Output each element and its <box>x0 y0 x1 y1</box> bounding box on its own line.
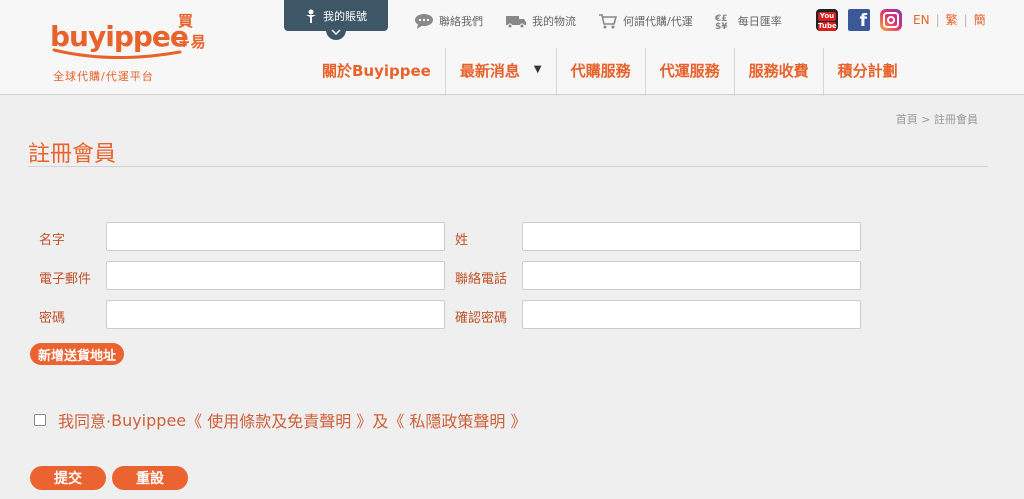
agree-brand: Buyippee <box>111 410 187 430</box>
top-link-label: 何謂代購/代運 <box>623 15 693 28</box>
privacy-link[interactable]: 《 私隱政策聲明 》 <box>388 408 526 432</box>
top-link-exchange-rate[interactable]: €£ $¥ 每日匯率 <box>715 13 782 29</box>
top-link-logistics[interactable]: 我的物流 <box>505 13 576 29</box>
first-name-input[interactable] <box>106 222 445 251</box>
lang-simplified[interactable]: 簡 <box>974 11 986 28</box>
nav-label: 服務收費 <box>748 62 809 80</box>
top-link-label: 我的物流 <box>532 15 576 28</box>
last-name-label: 姓 <box>455 233 469 248</box>
submit-button[interactable]: 提交 <box>30 466 106 490</box>
page-title: 註冊會員 <box>28 142 117 167</box>
nav-fees[interactable]: 服務收費 <box>735 48 824 96</box>
lang-traditional[interactable]: 繁 <box>946 11 958 28</box>
nav-news[interactable]: 最新消息 ▼ <box>446 48 557 96</box>
instagram-icon[interactable] <box>880 9 902 31</box>
buyippee-logo[interactable]: 買+易 buyippee 全球代購/代運平台 <box>50 6 206 86</box>
language-switcher: EN | 繁 | 簡 <box>913 11 986 28</box>
nav-label: 代運服務 <box>659 62 720 80</box>
user-icon <box>306 9 316 23</box>
nav-label: 積分計劃 <box>837 62 898 80</box>
confirm-password-input[interactable] <box>522 300 861 329</box>
youtube-icon-text: Tube <box>818 22 837 31</box>
caret-down-icon: ▼ <box>533 64 542 75</box>
email-input[interactable] <box>106 261 445 290</box>
password-input[interactable] <box>106 300 445 329</box>
youtube-icon-text: You <box>818 12 836 21</box>
top-link-contact[interactable]: 聯絡我們 <box>414 13 483 29</box>
reset-button[interactable]: 重設 <box>112 466 188 490</box>
cart-icon <box>599 14 618 29</box>
breadcrumb-current: 註冊會員 <box>934 113 978 126</box>
nav-label: 最新消息 <box>459 62 520 80</box>
phone-label: 聯絡電話 <box>455 272 508 287</box>
lang-divider: | <box>963 12 968 27</box>
top-links-bar: 聯絡我們 我的物流 何謂代購/代運 €£ $¥ 每日匯率 <box>414 8 804 34</box>
chat-icon <box>415 14 433 29</box>
facebook-icon[interactable]: f <box>848 9 870 31</box>
svg-text:$¥: $¥ <box>715 22 728 29</box>
breadcrumb-separator: > <box>921 113 931 126</box>
terms-link[interactable]: 《 使用條款及免責聲明 》 <box>186 408 372 432</box>
lang-en[interactable]: EN <box>913 13 930 27</box>
nav-points-plan[interactable]: 積分計劃 <box>824 48 912 96</box>
nav-purchase-service[interactable]: 代購服務 <box>557 48 646 96</box>
agreement-row: 我同意· Buyippee 《 使用條款及免責聲明 》 及 《 私隱政策聲明 》 <box>34 408 527 432</box>
top-link-what-is[interactable]: 何謂代購/代運 <box>598 13 693 29</box>
social-links: You Tube f <box>816 9 902 31</box>
breadcrumb-home[interactable]: 首頁 <box>896 113 918 126</box>
breadcrumb: 首頁 > 註冊會員 <box>896 111 978 127</box>
nav-label: 關於Buyippee <box>322 62 431 80</box>
first-name-label: 名字 <box>39 233 66 248</box>
nav-about[interactable]: 關於Buyippee <box>308 48 446 96</box>
lang-divider: | <box>935 12 940 27</box>
logo-tagline: 全球代購/代運平台 <box>53 70 154 83</box>
last-name-input[interactable] <box>522 222 861 251</box>
logo-swoosh-icon <box>52 48 182 59</box>
main-nav: 關於Buyippee 最新消息 ▼ 代購服務 代運服務 服務收費 積分計劃 <box>308 48 912 96</box>
password-label: 密碼 <box>39 311 66 326</box>
my-account-label: 我的賬號 <box>323 9 367 23</box>
phone-input[interactable] <box>522 261 861 290</box>
nav-shipping-service[interactable]: 代運服務 <box>646 48 735 96</box>
agree-prefix: 我同意· <box>58 412 112 431</box>
truck-icon <box>506 16 526 29</box>
title-divider <box>28 166 988 167</box>
top-link-label: 聯絡我們 <box>439 15 483 28</box>
agree-joiner: 及 <box>372 412 389 431</box>
agree-checkbox[interactable] <box>34 414 46 426</box>
exchange-icon: €£$¥ <box>715 14 728 29</box>
add-shipping-address-button[interactable]: 新增送貨地址 <box>30 343 125 365</box>
youtube-icon[interactable]: You Tube <box>816 9 838 31</box>
top-link-label: 每日匯率 <box>737 15 782 28</box>
nav-label: 代購服務 <box>570 62 631 80</box>
site-header: 買+易 buyippee 全球代購/代運平台 我的賬號 聯絡我們 我的物流 何謂… <box>0 0 1024 96</box>
email-label: 電子郵件 <box>39 272 92 287</box>
chevron-down-icon <box>331 29 341 35</box>
confirm-password-label: 確認密碼 <box>455 311 508 326</box>
account-dropdown-toggle[interactable] <box>326 24 346 40</box>
